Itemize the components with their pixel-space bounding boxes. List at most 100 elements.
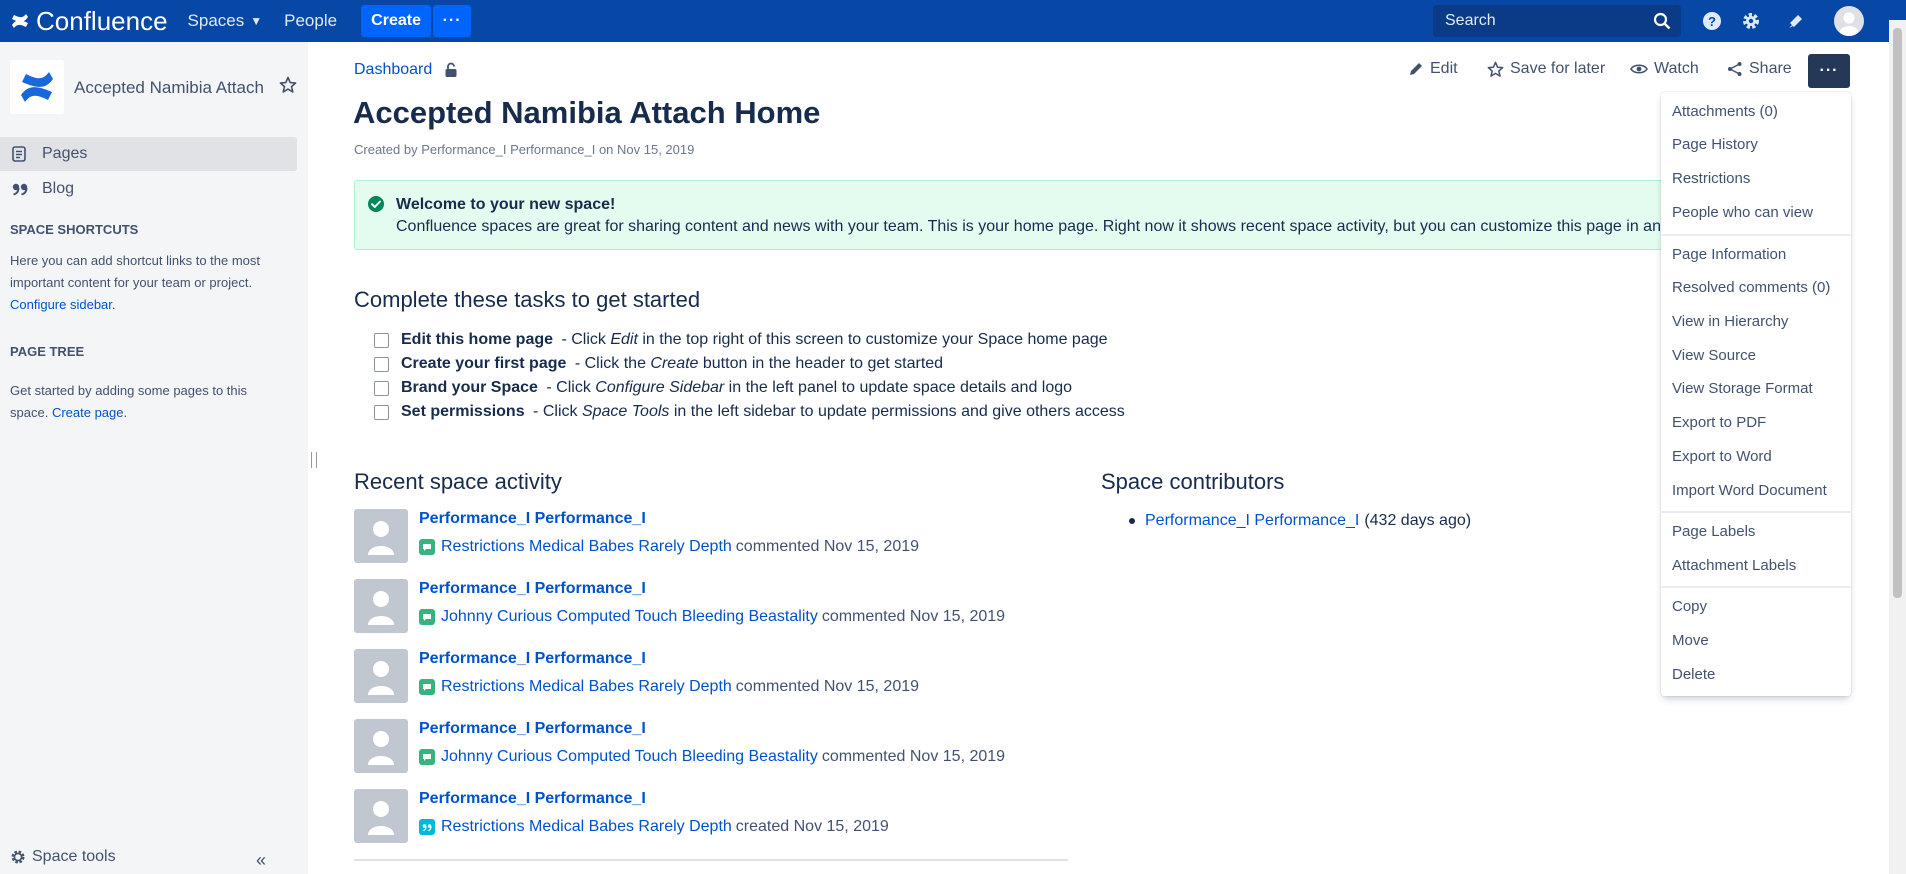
blog-icon: [419, 819, 435, 835]
gear-icon: [11, 850, 25, 864]
activity-user-link[interactable]: Performance_I Performance_I: [419, 720, 646, 738]
bullet: [1129, 518, 1135, 524]
activity-line: Restrictions Medical Babes Rarely Depth …: [419, 678, 919, 696]
activity-page-link[interactable]: Restrictions Medical Babes Rarely Depth: [441, 538, 732, 556]
contributor-link[interactable]: Performance_I Performance_I: [1145, 512, 1359, 530]
nav-people[interactable]: People: [284, 11, 337, 31]
menu-item-view-in-hierarchy[interactable]: View in Hierarchy: [1672, 313, 1788, 330]
search-input[interactable]: Search: [1433, 5, 1681, 37]
avatar[interactable]: [354, 649, 408, 703]
avatar[interactable]: [354, 719, 408, 773]
task-checkbox[interactable]: [374, 404, 389, 420]
activity-item: Performance_I Performance_I Restrictions…: [354, 509, 1074, 567]
quote-icon: [12, 182, 28, 196]
contributor-item: Performance_I Performance_I (432 days ag…: [1129, 512, 1471, 530]
menu-item-view-storage-format[interactable]: View Storage Format: [1672, 380, 1813, 397]
sidebar-item-blog[interactable]: Blog: [0, 172, 297, 206]
activity-page-link[interactable]: Johnny Curious Computed Touch Bleeding B…: [441, 608, 818, 626]
activity-user-link[interactable]: Performance_I Performance_I: [419, 510, 646, 528]
menu-item-page-information[interactable]: Page Information: [1672, 246, 1786, 263]
menu-item-page-history[interactable]: Page History: [1672, 136, 1758, 153]
task-emphasis: Create: [650, 355, 699, 372]
activity-user-link[interactable]: Performance_I Performance_I: [419, 790, 646, 808]
menu-item-restrictions[interactable]: Restrictions: [1672, 170, 1750, 187]
unlock-icon[interactable]: [444, 62, 458, 78]
menu-item-attachments[interactable]: Attachments (0): [1672, 103, 1778, 120]
page-tree-description: Get started by adding some pages to this…: [10, 383, 248, 420]
page-icon: [12, 146, 28, 162]
user-avatar-icon: [1840, 12, 1858, 36]
recent-activity-heading: Recent space activity: [354, 469, 562, 494]
notifications-icon[interactable]: [1786, 11, 1806, 31]
edit-button[interactable]: Edit: [1408, 60, 1458, 78]
sidebar-item-pages[interactable]: Pages: [0, 137, 297, 171]
save-for-later-button[interactable]: Save for later: [1487, 60, 1605, 78]
space-logo[interactable]: [10, 60, 64, 114]
activity-action: commented Nov 15, 2019: [735, 538, 920, 555]
activity-user-link[interactable]: Performance_I Performance_I: [419, 580, 646, 598]
confluence-space-icon: [21, 72, 53, 102]
page-tree-text: Get started by adding some pages to this…: [10, 383, 248, 420]
help-icon[interactable]: ?: [1702, 11, 1722, 31]
star-icon[interactable]: [279, 76, 297, 94]
avatar[interactable]: [354, 579, 408, 633]
default-avatar-icon: [368, 661, 394, 695]
create-button[interactable]: Create: [361, 5, 432, 37]
more-actions-button[interactable]: ···: [1808, 54, 1850, 88]
configure-sidebar-link[interactable]: Configure sidebar: [10, 297, 112, 312]
sidebar: Accepted Namibia Attach Pages Blog SPACE…: [0, 42, 308, 874]
chevron-down-icon: ▼: [250, 14, 263, 28]
menu-item-move[interactable]: Move: [1672, 632, 1709, 649]
menu-item-resolved-comments[interactable]: Resolved comments (0): [1672, 279, 1830, 296]
menu-item-import-word-document[interactable]: Import Word Document: [1672, 482, 1827, 499]
share-button[interactable]: Share: [1727, 60, 1792, 78]
confluence-logo[interactable]: Confluence: [10, 6, 168, 37]
menu-item-export-to-word[interactable]: Export to Word: [1672, 448, 1772, 465]
menu-item-copy[interactable]: Copy: [1672, 598, 1707, 615]
watch-button[interactable]: Watch: [1630, 60, 1699, 78]
menu-separator: [1661, 511, 1851, 513]
search-icon: [1653, 12, 1671, 30]
task-checkbox[interactable]: [374, 380, 389, 396]
breadcrumb-dashboard[interactable]: Dashboard: [354, 61, 432, 79]
confluence-logo-icon: [12, 14, 28, 28]
activity-item: Performance_I Performance_I Johnny Curio…: [354, 579, 1074, 637]
sidebar-resize-handle[interactable]: [311, 452, 317, 468]
menu-item-view-source[interactable]: View Source: [1672, 347, 1756, 364]
space-name[interactable]: Accepted Namibia Attach: [74, 78, 264, 98]
task-title: Create your first page: [401, 355, 567, 372]
activity-page-link[interactable]: Johnny Curious Computed Touch Bleeding B…: [441, 748, 818, 766]
svg-text:?: ?: [1708, 14, 1716, 29]
menu-item-attachment-labels[interactable]: Attachment Labels: [1672, 557, 1796, 574]
page-title: Accepted Namibia Attach Home: [353, 95, 821, 130]
menu-item-people-who-can-view[interactable]: People who can view: [1672, 204, 1813, 221]
share-icon: [1728, 62, 1742, 76]
menu-item-delete[interactable]: Delete: [1672, 666, 1715, 683]
avatar[interactable]: [354, 509, 408, 563]
nav-spaces[interactable]: Spaces ▼: [188, 11, 263, 31]
space-tools-button[interactable]: Space tools: [10, 848, 116, 866]
activity-action: commented Nov 15, 2019: [735, 678, 920, 695]
activity-page-link[interactable]: Restrictions Medical Babes Rarely Depth: [441, 678, 732, 696]
task-checkbox[interactable]: [374, 356, 389, 372]
page-actions-menu: Attachments (0) Page History Restriction…: [1661, 92, 1851, 696]
task-title: Brand your Space: [401, 379, 538, 396]
create-more-button[interactable]: ···: [433, 5, 472, 37]
nav-spaces-label: Spaces: [187, 11, 245, 30]
create-page-link[interactable]: Create page: [52, 405, 124, 420]
task-checkbox[interactable]: [374, 332, 389, 348]
menu-separator: [1661, 234, 1851, 236]
activity-user-link[interactable]: Performance_I Performance_I: [419, 650, 646, 668]
user-avatar[interactable]: [1834, 6, 1864, 36]
check-circle-icon: [368, 196, 384, 212]
page-tree-heading: PAGE TREE: [10, 344, 85, 359]
collapse-sidebar-icon[interactable]: «: [256, 850, 266, 871]
avatar[interactable]: [354, 789, 408, 843]
gear-icon[interactable]: [1741, 11, 1761, 31]
task-text: in the top right of this screen to custo…: [637, 331, 1108, 348]
activity-page-link[interactable]: Restrictions Medical Babes Rarely Depth: [441, 818, 732, 836]
menu-item-page-labels[interactable]: Page Labels: [1672, 523, 1755, 540]
menu-item-export-to-pdf[interactable]: Export to PDF: [1672, 414, 1766, 431]
comment-icon: [419, 539, 435, 555]
scrollbar-thumb[interactable]: [1893, 28, 1902, 598]
